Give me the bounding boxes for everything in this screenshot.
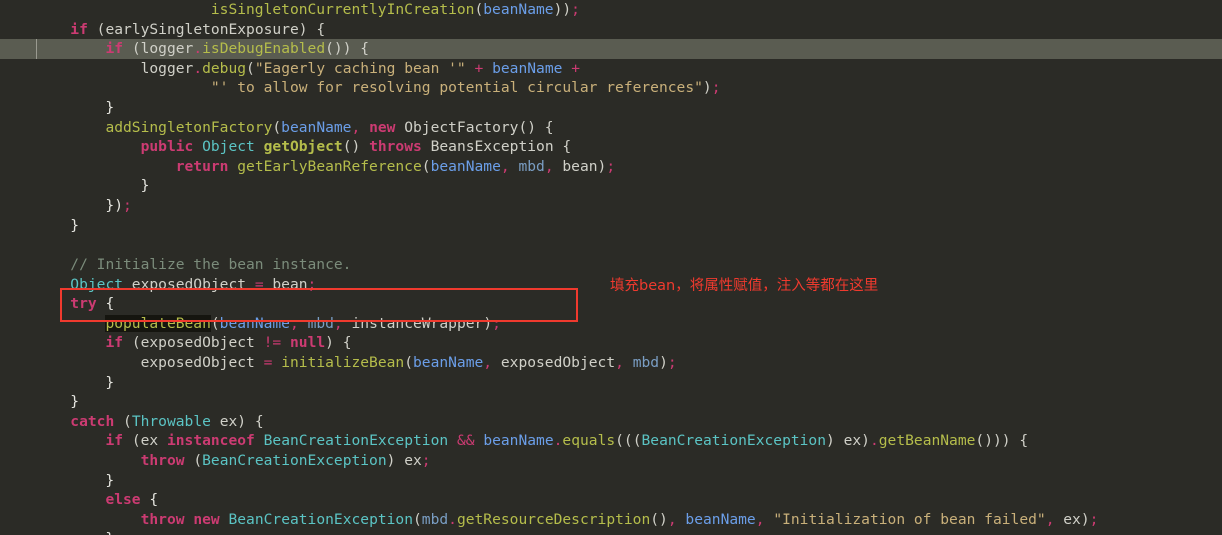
code-line[interactable]: isSingletonCurrentlyInCreation(beanName)… bbox=[0, 0, 1222, 20]
code-line[interactable]: throw new BeanCreationException(mbd.getR… bbox=[0, 510, 1222, 530]
code-line[interactable]: } bbox=[0, 216, 1222, 236]
code-line[interactable]: if (ex instanceof BeanCreationException … bbox=[0, 431, 1222, 451]
code-line-blank[interactable] bbox=[0, 235, 1222, 255]
code-line[interactable]: } bbox=[0, 471, 1222, 491]
code-line[interactable]: throw (BeanCreationException) ex; bbox=[0, 451, 1222, 471]
code-line[interactable]: logger.debug("Eagerly caching bean '" + … bbox=[0, 59, 1222, 79]
code-line-boxed[interactable]: populateBean(beanName, mbd, instanceWrap… bbox=[0, 314, 1222, 334]
code-line[interactable]: else { bbox=[0, 490, 1222, 510]
code-line[interactable]: } bbox=[0, 98, 1222, 118]
code-line[interactable]: } bbox=[0, 176, 1222, 196]
code-line[interactable]: }); bbox=[0, 196, 1222, 216]
annotation-note: 填充bean，将属性赋值，注入等都在这里 bbox=[610, 278, 879, 294]
code-line[interactable]: // Initialize the bean instance. bbox=[0, 255, 1222, 275]
code-line[interactable]: try { bbox=[0, 294, 1222, 314]
code-editor-screenshot: isSingletonCurrentlyInCreation(beanName)… bbox=[0, 0, 1222, 535]
code-line[interactable]: } bbox=[0, 373, 1222, 393]
code-line[interactable]: "' to allow for resolving potential circ… bbox=[0, 78, 1222, 98]
code-line[interactable]: } bbox=[0, 392, 1222, 412]
code-line[interactable]: public Object getObject() throws BeansEx… bbox=[0, 137, 1222, 157]
code-editor-viewport[interactable]: isSingletonCurrentlyInCreation(beanName)… bbox=[0, 0, 1222, 535]
code-line[interactable]: if (earlySingletonExposure) { bbox=[0, 20, 1222, 40]
code-line[interactable]: } bbox=[0, 529, 1222, 535]
code-line[interactable]: return getEarlyBeanReference(beanName, m… bbox=[0, 157, 1222, 177]
code-line[interactable]: addSingletonFactory(beanName, new Object… bbox=[0, 118, 1222, 138]
code-line[interactable]: exposedObject = initializeBean(beanName,… bbox=[0, 353, 1222, 373]
code-line[interactable]: catch (Throwable ex) { bbox=[0, 412, 1222, 432]
code-line[interactable]: if (exposedObject != null) { bbox=[0, 333, 1222, 353]
code-line-current[interactable]: if (logger.isDebugEnabled()) { bbox=[0, 39, 1222, 59]
